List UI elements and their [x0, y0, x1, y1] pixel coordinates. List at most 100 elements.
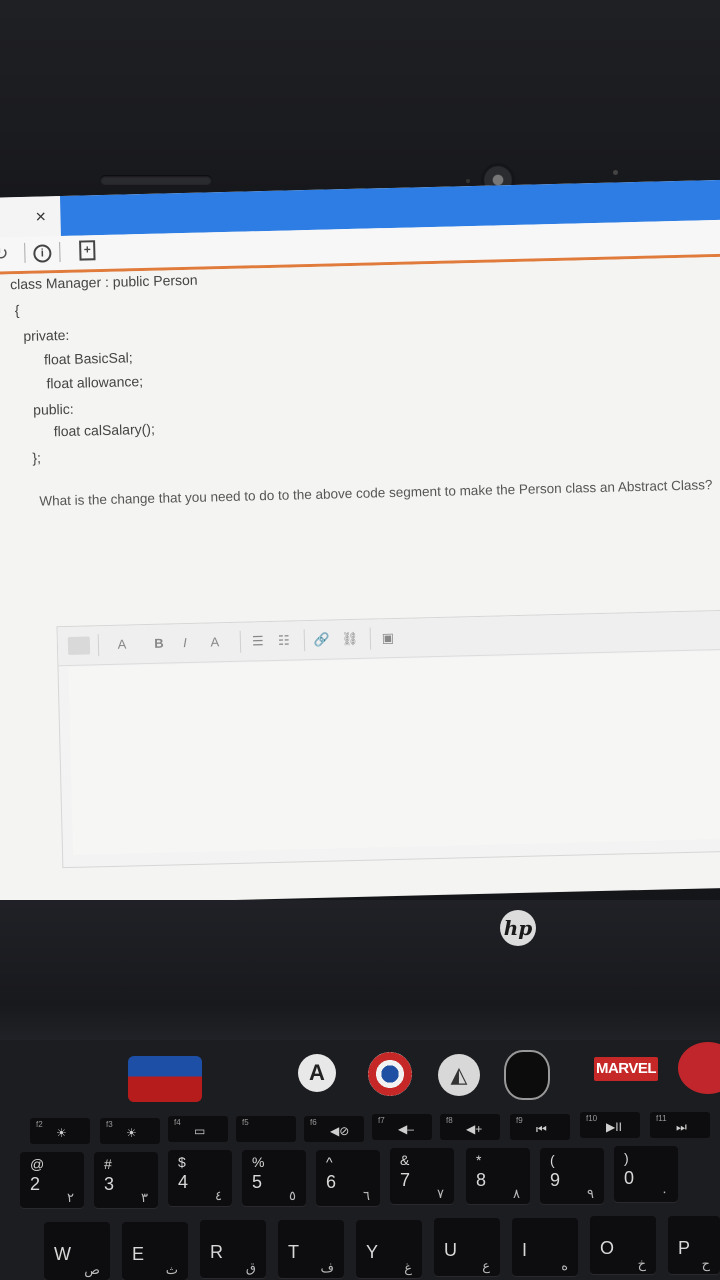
toolbar-divider — [303, 629, 306, 652]
add-page-icon[interactable]: + — [79, 240, 96, 261]
play-pause-icon: ▶II — [606, 1120, 622, 1134]
key-arabic-label: ٣ — [141, 1190, 148, 1205]
numbered-list-icon[interactable]: ☷ — [274, 631, 294, 649]
key-arabic-label: ٠ — [661, 1184, 668, 1199]
key-label: 3 — [104, 1174, 115, 1194]
key-y[interactable]: Yغ — [356, 1220, 422, 1278]
function-key-label: f5 — [242, 1118, 249, 1127]
key-3[interactable]: #3 ٣ — [94, 1152, 158, 1208]
key-arabic-label: ص — [84, 1262, 100, 1277]
key-9[interactable]: (9 ٩ — [540, 1148, 604, 1204]
captain-america-sticker — [128, 1056, 202, 1102]
key-label: P — [678, 1238, 691, 1258]
key-label: E — [132, 1244, 145, 1264]
function-key[interactable]: f9 ⏮ — [510, 1114, 570, 1140]
key-i[interactable]: Iه — [512, 1218, 578, 1276]
key-label: 0 — [624, 1168, 635, 1188]
function-key-label: f2 — [36, 1120, 43, 1129]
key-label: O — [600, 1238, 615, 1258]
avengers-logo-sticker: A — [298, 1054, 336, 1092]
brightness-down-icon: ☀ — [56, 1126, 67, 1140]
function-key[interactable]: f10 ▶II — [580, 1112, 640, 1138]
key-0[interactable]: ) 0 ٠ — [614, 1146, 678, 1202]
laptop-hinge — [0, 900, 720, 1050]
key-label: 9 — [550, 1170, 561, 1190]
function-key[interactable]: f7 ◀– — [372, 1114, 432, 1140]
answer-text-area[interactable] — [68, 649, 720, 855]
function-key[interactable]: f3 ☀ — [100, 1118, 160, 1144]
key-arabic-label: ٥ — [289, 1188, 296, 1203]
function-key-label: f3 — [106, 1120, 113, 1129]
link-icon[interactable]: 🔗 — [312, 631, 332, 649]
font-color-button[interactable]: A — [200, 633, 230, 652]
key-arabic-label: غ — [404, 1260, 412, 1275]
key-arabic-label: ٤ — [215, 1188, 222, 1203]
code-line: private: — [23, 326, 70, 344]
unlink-icon[interactable]: ⛓ — [340, 630, 360, 648]
paragraph-style-button[interactable]: A — [106, 635, 138, 654]
key-r[interactable]: Rق — [200, 1220, 266, 1278]
key-arabic-label: ٢ — [67, 1190, 74, 1205]
next-track-icon: ⏭ — [676, 1120, 687, 1134]
shield-sticker — [368, 1052, 412, 1096]
key-8[interactable]: * 8 ٨ — [466, 1148, 530, 1204]
key-shift-label: % — [252, 1154, 265, 1170]
camera-sensor — [613, 170, 618, 175]
code-line: { — [14, 302, 20, 319]
key-p[interactable]: Pح — [668, 1216, 720, 1274]
function-key-label: f10 — [586, 1114, 598, 1123]
volume-down-icon: ◀– — [398, 1122, 414, 1136]
reload-icon[interactable]: ↻ — [0, 243, 9, 264]
brightness-up-icon: ☀ — [126, 1126, 137, 1140]
key-shift-label: ^ — [326, 1154, 333, 1170]
key-7[interactable]: & 7 ٧ — [390, 1148, 454, 1204]
key-label: W — [54, 1244, 71, 1264]
hp-logo: hp — [500, 910, 536, 946]
key-arabic-label: ع — [482, 1258, 490, 1273]
key-label: 6 — [326, 1172, 337, 1192]
code-line: float allowance; — [46, 373, 144, 392]
key-label: 2 — [30, 1174, 41, 1194]
key-label: T — [288, 1242, 299, 1262]
image-icon[interactable]: ▣ — [378, 629, 398, 647]
function-key-label: f9 — [516, 1116, 523, 1125]
code-line: }; — [32, 449, 42, 466]
key-label: U — [444, 1240, 457, 1260]
function-key[interactable]: f6 ◀⊘ — [304, 1116, 364, 1142]
key-4[interactable]: $4 ٤ — [168, 1150, 232, 1206]
code-line: float BasicSal; — [43, 349, 133, 368]
key-arabic-label: خ — [637, 1256, 646, 1271]
function-key[interactable]: f11 ⏭ — [650, 1112, 710, 1138]
key-label: I — [522, 1240, 528, 1260]
bold-button[interactable]: B — [150, 635, 168, 653]
toolbar-toggle-icon[interactable] — [67, 636, 91, 655]
italic-button[interactable]: I — [176, 634, 194, 652]
function-key[interactable]: f8 ◀+ — [440, 1114, 500, 1140]
mute-icon: ◀⊘ — [330, 1124, 350, 1138]
function-key[interactable]: f2 ☀ — [30, 1118, 90, 1144]
bullet-list-icon[interactable]: ☰ — [248, 632, 268, 650]
key-e[interactable]: Eث — [122, 1222, 188, 1280]
key-arabic-label: ٧ — [437, 1186, 444, 1201]
close-icon[interactable]: × — [35, 206, 46, 227]
toolbar-divider — [369, 627, 372, 650]
key-shift-label: # — [104, 1156, 112, 1172]
key-5[interactable]: % 5 ٥ — [242, 1150, 306, 1206]
code-line: class Manager : public Person — [9, 271, 198, 293]
key-t[interactable]: Tف — [278, 1220, 344, 1278]
key-w[interactable]: Wص — [44, 1222, 110, 1280]
volume-up-icon: ◀+ — [466, 1122, 483, 1136]
function-key[interactable]: f5 — [236, 1116, 296, 1142]
function-key-label: f6 — [310, 1118, 317, 1127]
key-o[interactable]: Oخ — [590, 1216, 656, 1274]
key-arabic-label: ٨ — [513, 1186, 520, 1201]
key-shift-label: $ — [178, 1154, 186, 1170]
key-u[interactable]: Uع — [434, 1218, 500, 1276]
key-2[interactable]: @2 ٢ — [20, 1152, 84, 1208]
key-label: Y — [366, 1242, 379, 1262]
key-arabic-label: ه — [561, 1258, 568, 1273]
function-key[interactable]: f4 ▭ — [168, 1116, 228, 1142]
key-6[interactable]: ^ 6 ٦ — [316, 1150, 380, 1206]
previous-track-icon: ⏮ — [536, 1122, 547, 1136]
camera-indicator — [466, 179, 470, 183]
